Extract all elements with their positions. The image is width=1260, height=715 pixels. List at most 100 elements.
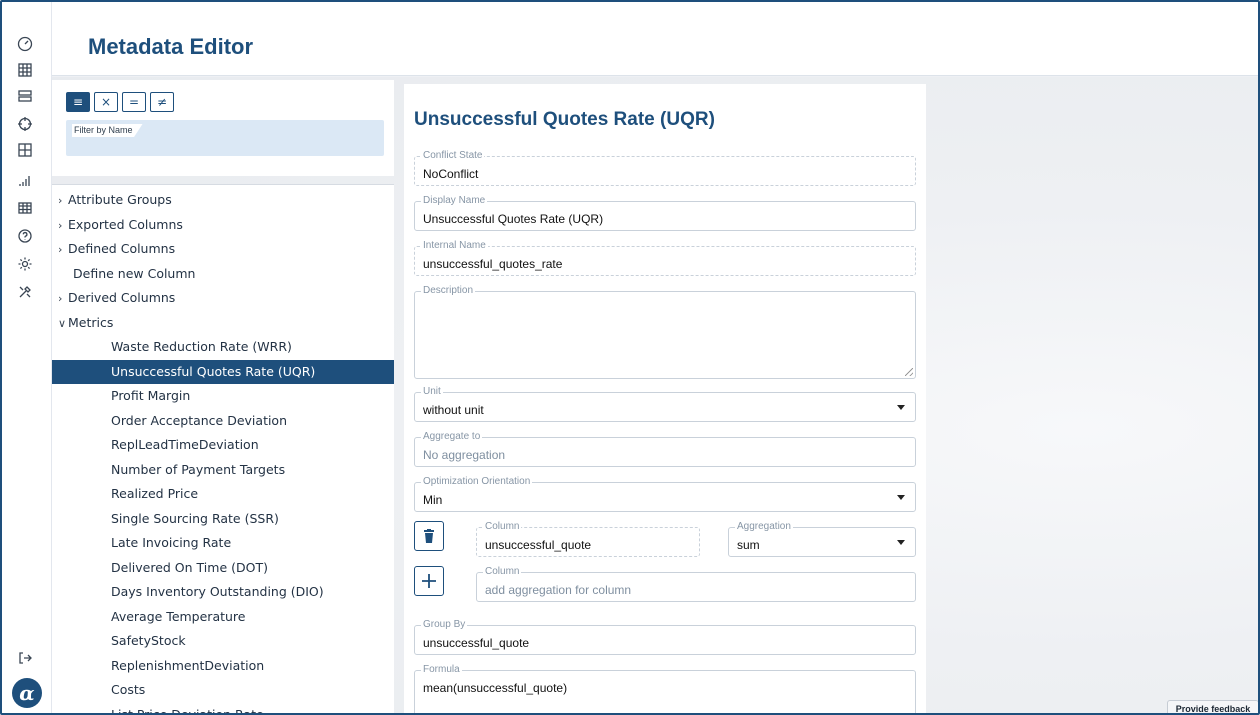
tree-item-label: Define new Column [73, 265, 196, 281]
tree-metric-item[interactable]: Number of Payment Targets [52, 458, 394, 482]
optimization-orientation-select[interactable]: Optimization Orientation Min [414, 476, 916, 512]
provide-feedback-button[interactable]: Provide feedback [1167, 700, 1258, 713]
field-value: sum [737, 538, 760, 552]
tree-metric-item[interactable]: ReplenishmentDeviation [52, 654, 394, 678]
page-title: Metadata Editor [88, 34, 254, 59]
filter-mode-group: ≡ × = ≠ [66, 92, 174, 112]
tree-metric-item[interactable]: Average Temperature [52, 605, 394, 629]
aggregate-to-field[interactable]: Aggregate to No aggregation [414, 431, 916, 467]
field-value: unsuccessful_quote [485, 538, 592, 552]
field-value: No aggregation [423, 448, 506, 462]
tree-item-label: Number of Payment Targets [111, 461, 286, 477]
unit-select[interactable]: Unit without unit [414, 386, 916, 422]
aggregation-select[interactable]: Aggregation sum [728, 521, 916, 557]
tree-group-item[interactable]: Define new Column [52, 262, 394, 286]
tree-metric-item[interactable]: Realized Price [52, 482, 394, 506]
tree-item-label: SafetyStock [111, 633, 186, 648]
tree-metric-item[interactable]: Waste Reduction Rate (WRR) [52, 335, 394, 359]
description-textarea[interactable]: Description [414, 285, 916, 379]
tree-metric-item[interactable]: Days Inventory Outstanding (DIO) [52, 580, 394, 604]
display-name-field[interactable]: Display Name Unsuccessful Quotes Rate (U… [414, 195, 916, 231]
filter-mode-list-button[interactable]: ≡ [66, 92, 90, 112]
dropdown-arrow-icon [897, 405, 905, 410]
group-by-field[interactable]: Group By unsuccessful_quote [414, 619, 916, 655]
tree-metric-item[interactable]: Unsuccessful Quotes Rate (UQR) [52, 359, 394, 384]
tree-item-label: Metrics [68, 314, 114, 330]
table-plus-icon[interactable] [15, 140, 35, 160]
field-value: NoConflict [423, 167, 479, 181]
chevron-right-icon[interactable]: › [58, 214, 68, 238]
tree-group-item[interactable]: ∨ Metrics [52, 311, 394, 335]
filter-mode-equals-button[interactable]: = [122, 92, 146, 112]
logout-icon[interactable] [15, 648, 35, 668]
tree-item-label: Derived Columns [68, 290, 176, 305]
tree-item-label: Single Sourcing Rate (SSR) [111, 510, 279, 526]
tree-item-label: Order Acceptance Deviation [111, 412, 288, 428]
table-icon[interactable] [15, 198, 35, 218]
tree-item-label: Late Invoicing Rate [111, 535, 232, 550]
filter-by-name-label: Filter by Name [72, 124, 143, 137]
chevron-right-icon[interactable]: › [58, 238, 68, 262]
tree-item-label: Unsuccessful Quotes Rate (UQR) [111, 363, 316, 379]
tree-metric-item[interactable]: Order Acceptance Deviation [52, 409, 394, 433]
tree-metric-item[interactable]: SafetyStock [52, 629, 394, 653]
chevron-right-icon[interactable]: › [58, 287, 68, 311]
field-label: Column [483, 521, 522, 533]
tree-metric-item[interactable]: List Price Deviation Rate [52, 703, 394, 715]
field-value: unsuccessful_quotes_rate [423, 257, 563, 271]
tree-metric-item[interactable]: Costs [52, 678, 394, 702]
crosshair-icon[interactable] [15, 114, 35, 134]
filter-by-name-input[interactable]: Filter by Name [66, 120, 384, 156]
field-label: Internal Name [421, 240, 488, 252]
tree-group-item[interactable]: › Defined Columns [52, 237, 394, 261]
signal-bars-icon[interactable] [15, 170, 35, 190]
tree-group-item[interactable]: › Attribute Groups [52, 188, 394, 212]
field-value: without unit [423, 403, 484, 417]
tree-item-label: Delivered On Time (DOT) [111, 559, 268, 575]
field-label: Group By [421, 619, 468, 631]
tools-icon[interactable] [15, 282, 35, 302]
tree-item-label: Realized Price [111, 486, 199, 501]
field-value: Min [423, 493, 443, 507]
tree-item-label: Days Inventory Outstanding (DIO) [111, 584, 324, 599]
tree-item-label: Costs [111, 682, 146, 697]
metadata-tree: › Attribute Groups › Exported Columns › Defin… [52, 184, 394, 715]
new-aggregation-column-input[interactable]: Column add aggregation for column [476, 566, 916, 602]
metric-form: Unsuccessful Quotes Rate (UQR) Conflict … [404, 84, 926, 713]
brand-logo[interactable]: α [12, 678, 42, 708]
field-value: Unsuccessful Quotes Rate (UQR) [423, 212, 604, 226]
field-label: Unit [421, 386, 443, 398]
tree-item-label: List Price Deviation Rate [111, 706, 264, 715]
settings-gear-icon[interactable] [15, 254, 35, 274]
tree-metric-item[interactable]: Profit Margin [52, 384, 394, 408]
internal-name-field: Internal Name unsuccessful_quotes_rate [414, 240, 916, 276]
dashboard-grid-icon[interactable] [15, 60, 35, 80]
aggregation-column-field: Column unsuccessful_quote [476, 521, 700, 557]
tree-metric-item[interactable]: Single Sourcing Rate (SSR) [52, 507, 394, 531]
tree-item-label: Attribute Groups [68, 192, 172, 207]
speedometer-icon[interactable] [15, 34, 35, 54]
chevron-right-icon[interactable]: › [58, 189, 68, 213]
tree-item-label: Profit Margin [111, 388, 191, 403]
formula-field[interactable]: Formula mean(unsuccessful_quote) [414, 664, 916, 713]
chevron-down-icon[interactable]: ∨ [58, 312, 68, 336]
add-aggregation-button[interactable] [414, 566, 444, 596]
delete-aggregation-button[interactable] [414, 521, 444, 551]
filter-mode-clear-button[interactable]: × [94, 92, 118, 112]
field-label: Display Name [421, 195, 488, 207]
tree-metric-item[interactable]: ReplLeadTimeDeviation [52, 433, 394, 457]
dropdown-arrow-icon [897, 495, 905, 500]
tree-group-item[interactable]: › Derived Columns [52, 286, 394, 310]
filter-panel: ≡ × = ≠ Filter by Name [52, 80, 394, 176]
field-label: Description [421, 285, 476, 297]
field-value: mean(unsuccessful_quote) [423, 681, 568, 695]
layers-icon[interactable] [15, 86, 35, 106]
help-icon[interactable] [15, 226, 35, 246]
resize-handle-icon[interactable] [905, 368, 913, 376]
tree-metric-item[interactable]: Late Invoicing Rate [52, 531, 394, 555]
field-placeholder: add aggregation for column [485, 583, 632, 597]
tree-group-item[interactable]: › Exported Columns [52, 213, 394, 237]
filter-mode-not-equals-button[interactable]: ≠ [150, 92, 174, 112]
field-label: Conflict State [421, 150, 485, 162]
tree-metric-item[interactable]: Delivered On Time (DOT) [52, 556, 394, 580]
